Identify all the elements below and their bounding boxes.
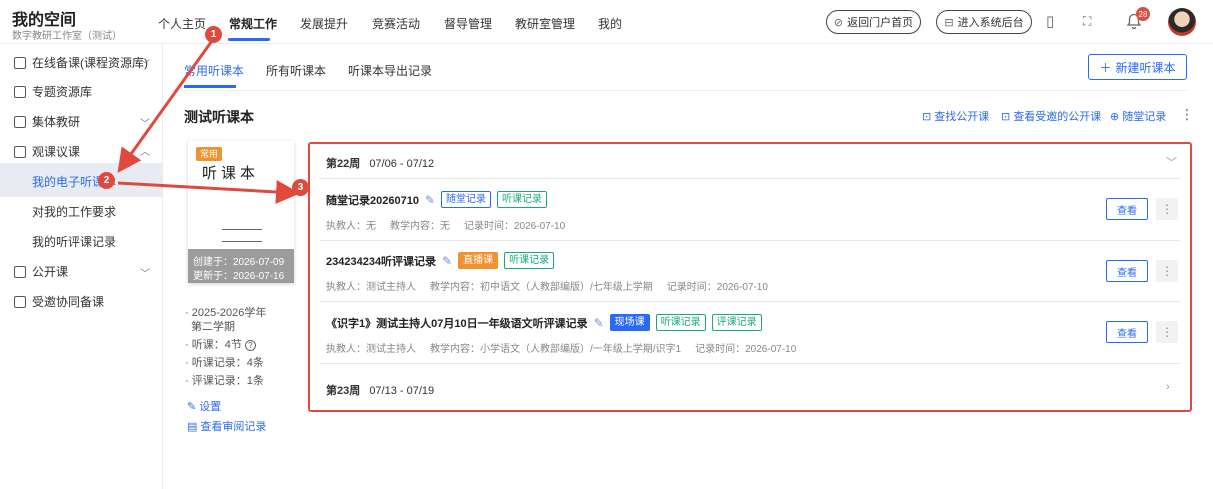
step-badge-3: 3 <box>292 179 309 196</box>
annotation-arrows <box>117 37 300 204</box>
app-root: 我的空间 数字教研工作室（测试） 个人主页 常规工作 发展提升 竞赛活动 督导管… <box>0 0 1213 489</box>
step-badge-1: 1 <box>205 26 222 43</box>
step-badge-2: 2 <box>98 172 115 189</box>
arrow-step-1 <box>117 37 216 173</box>
arrow-step-2 <box>117 179 300 204</box>
